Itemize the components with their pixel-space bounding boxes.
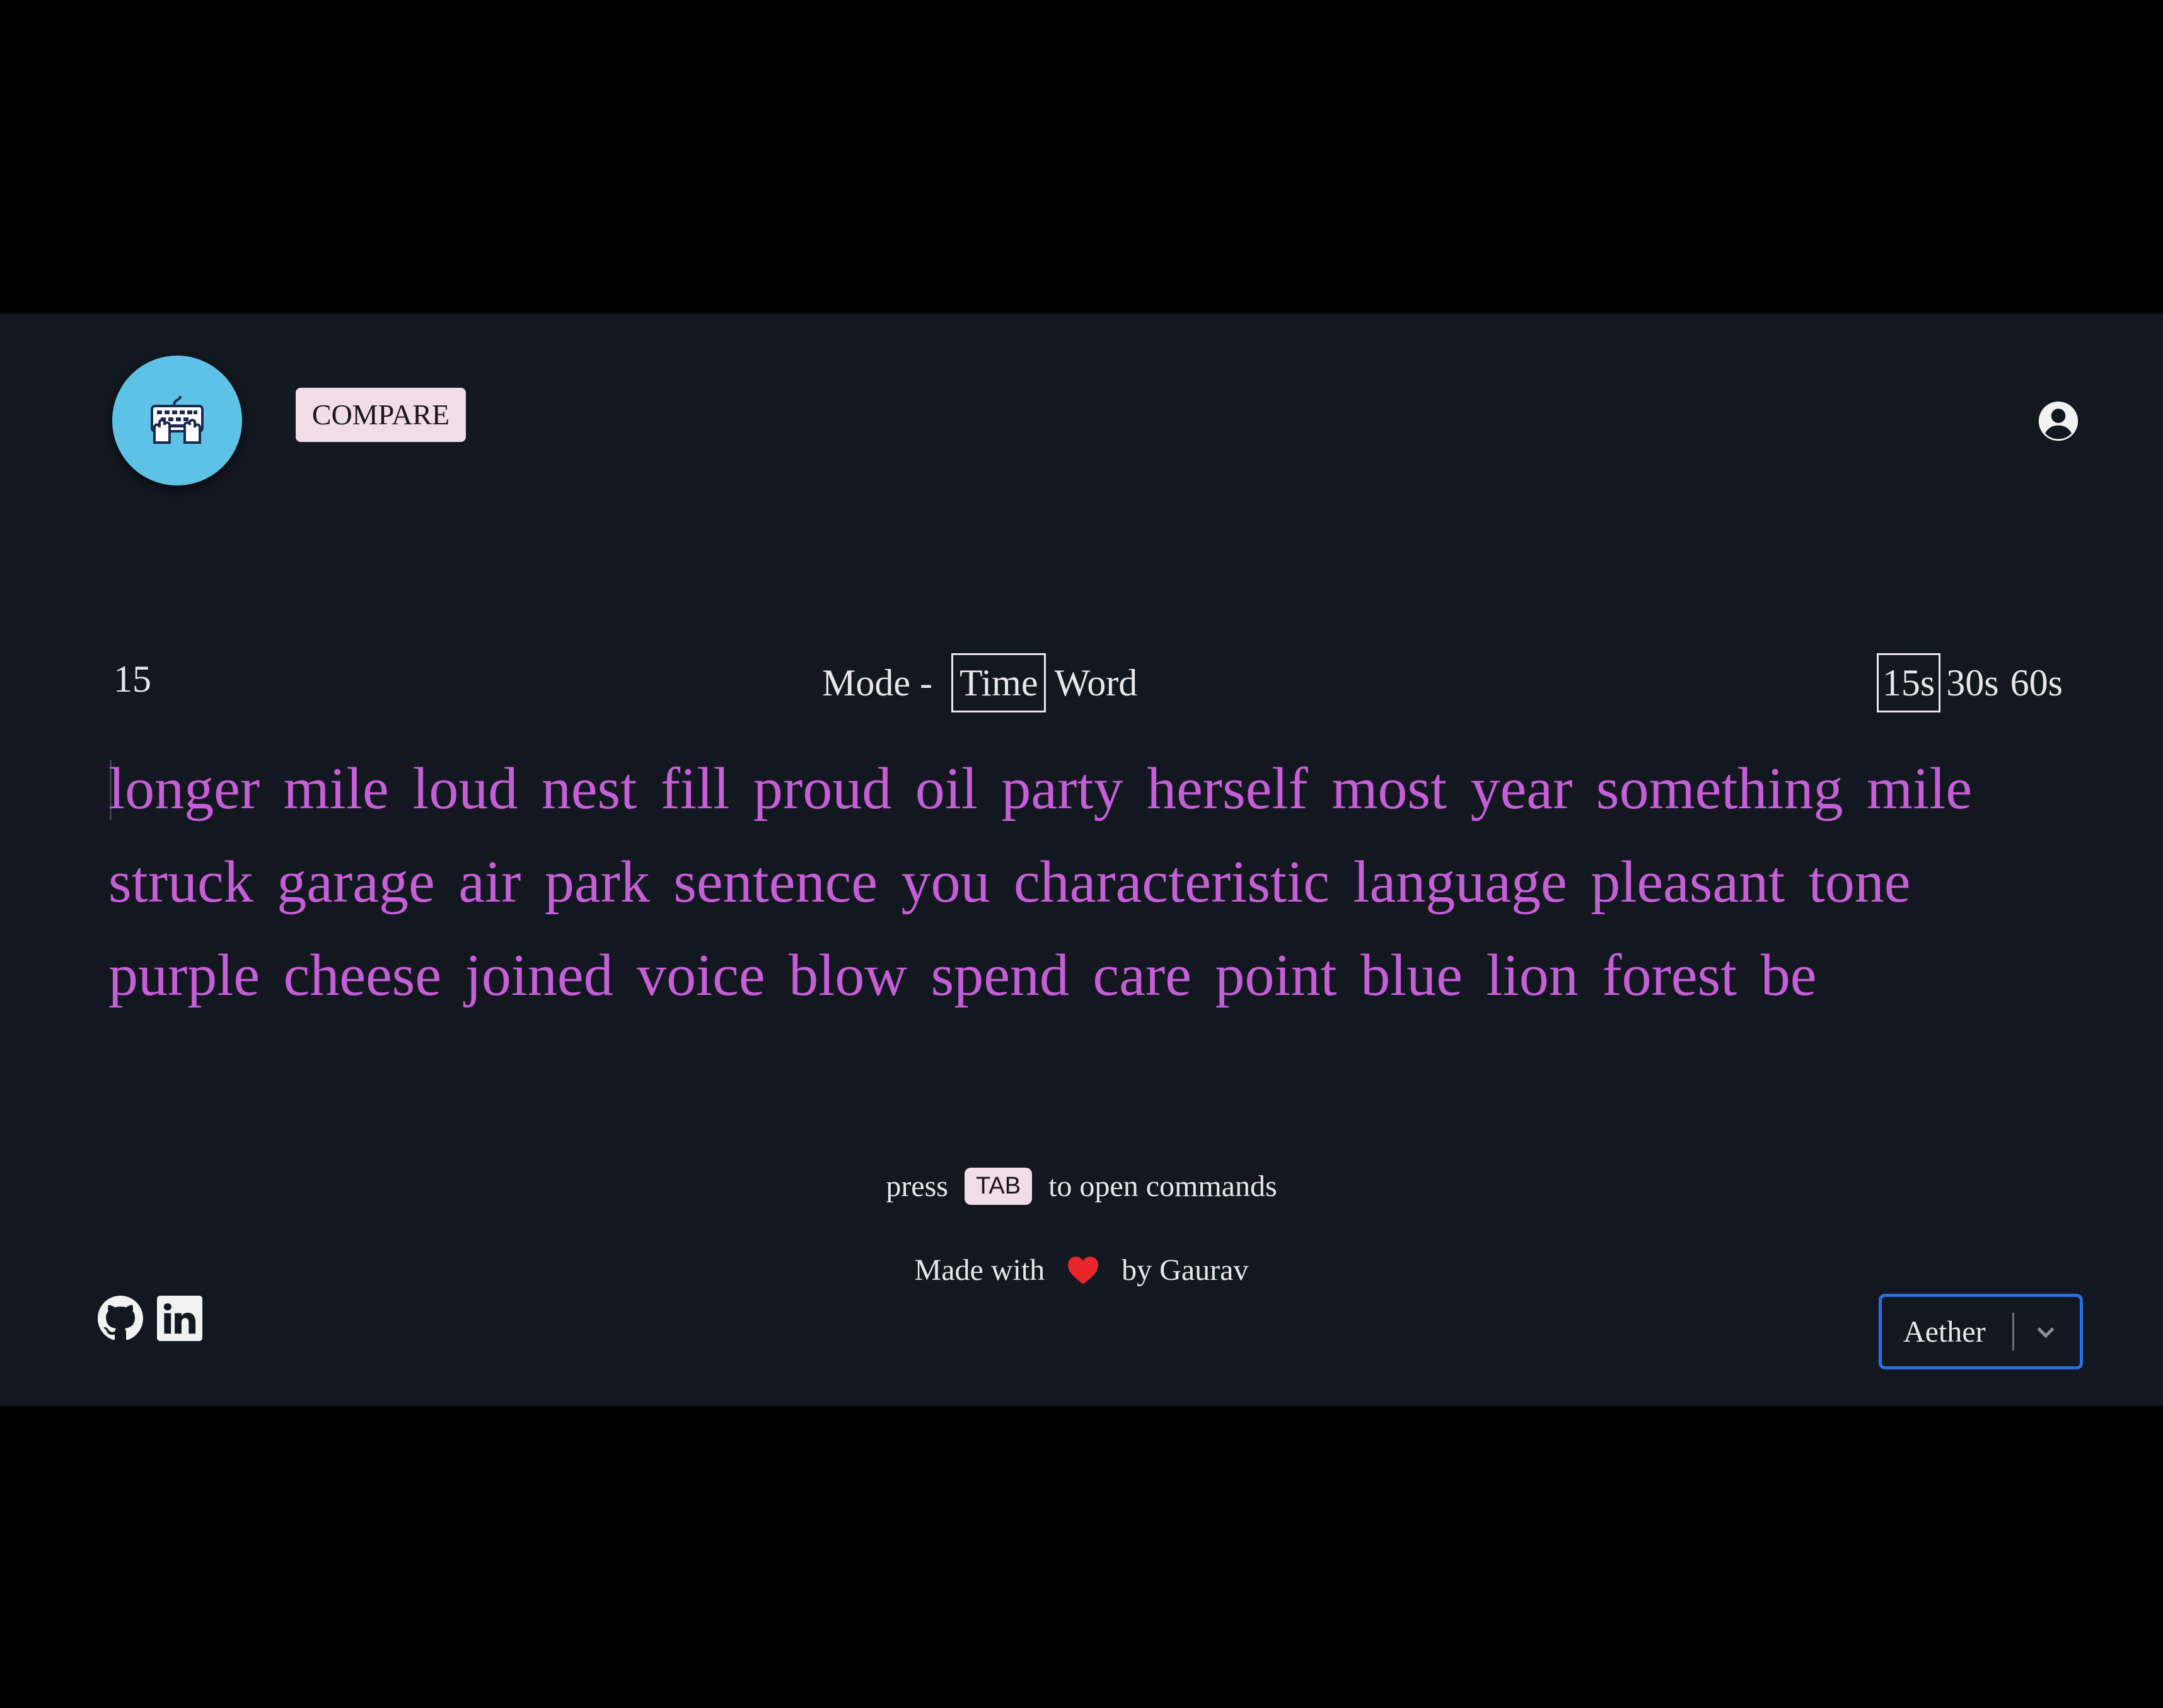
tab-key-badge: TAB xyxy=(964,1168,1033,1205)
keyboard-typing-icon xyxy=(151,395,204,444)
social-links xyxy=(98,1296,202,1341)
github-icon[interactable] xyxy=(98,1296,143,1341)
commands-hint: press TAB to open commands xyxy=(0,1168,2163,1207)
time-selector: 15s 30s 60s xyxy=(1876,651,2068,714)
user-circle-icon[interactable] xyxy=(2037,400,2080,443)
hint-text-before: press xyxy=(886,1170,948,1203)
chevron-down-icon xyxy=(2037,1327,2055,1339)
mode-option-time[interactable]: Time xyxy=(951,653,1047,712)
mode-selector: Mode - Time Word xyxy=(822,651,1145,714)
footer-credit: Made with by Gaurav xyxy=(0,1253,2163,1288)
time-option-60s[interactable]: 60s xyxy=(2005,653,2068,712)
select-divider xyxy=(2012,1313,2014,1351)
theme-select-value: Aether xyxy=(1903,1315,1986,1349)
author-text: by Gaurav xyxy=(1122,1253,1249,1287)
time-option-15s[interactable]: 15s xyxy=(1876,653,1941,712)
linkedin-icon[interactable] xyxy=(157,1296,202,1341)
mode-option-word[interactable]: Word xyxy=(1046,653,1145,712)
typing-words[interactable]: longer mile loud nest fill proud oil par… xyxy=(108,742,2063,1022)
typing-app: COMPARE 15 Mode - Time Word 15s 30s 60s … xyxy=(0,313,2163,1406)
hint-text-after: to open commands xyxy=(1048,1170,1277,1203)
mode-label: Mode - xyxy=(822,661,932,704)
time-option-30s[interactable]: 30s xyxy=(1940,653,2004,712)
theme-select[interactable]: Aether xyxy=(1879,1294,2083,1369)
compare-button[interactable]: COMPARE xyxy=(296,388,466,442)
logo-button[interactable] xyxy=(112,356,242,485)
heart-icon xyxy=(1068,1257,1099,1284)
made-with-text: Made with xyxy=(914,1253,1045,1287)
countdown-timer: 15 xyxy=(113,658,151,700)
